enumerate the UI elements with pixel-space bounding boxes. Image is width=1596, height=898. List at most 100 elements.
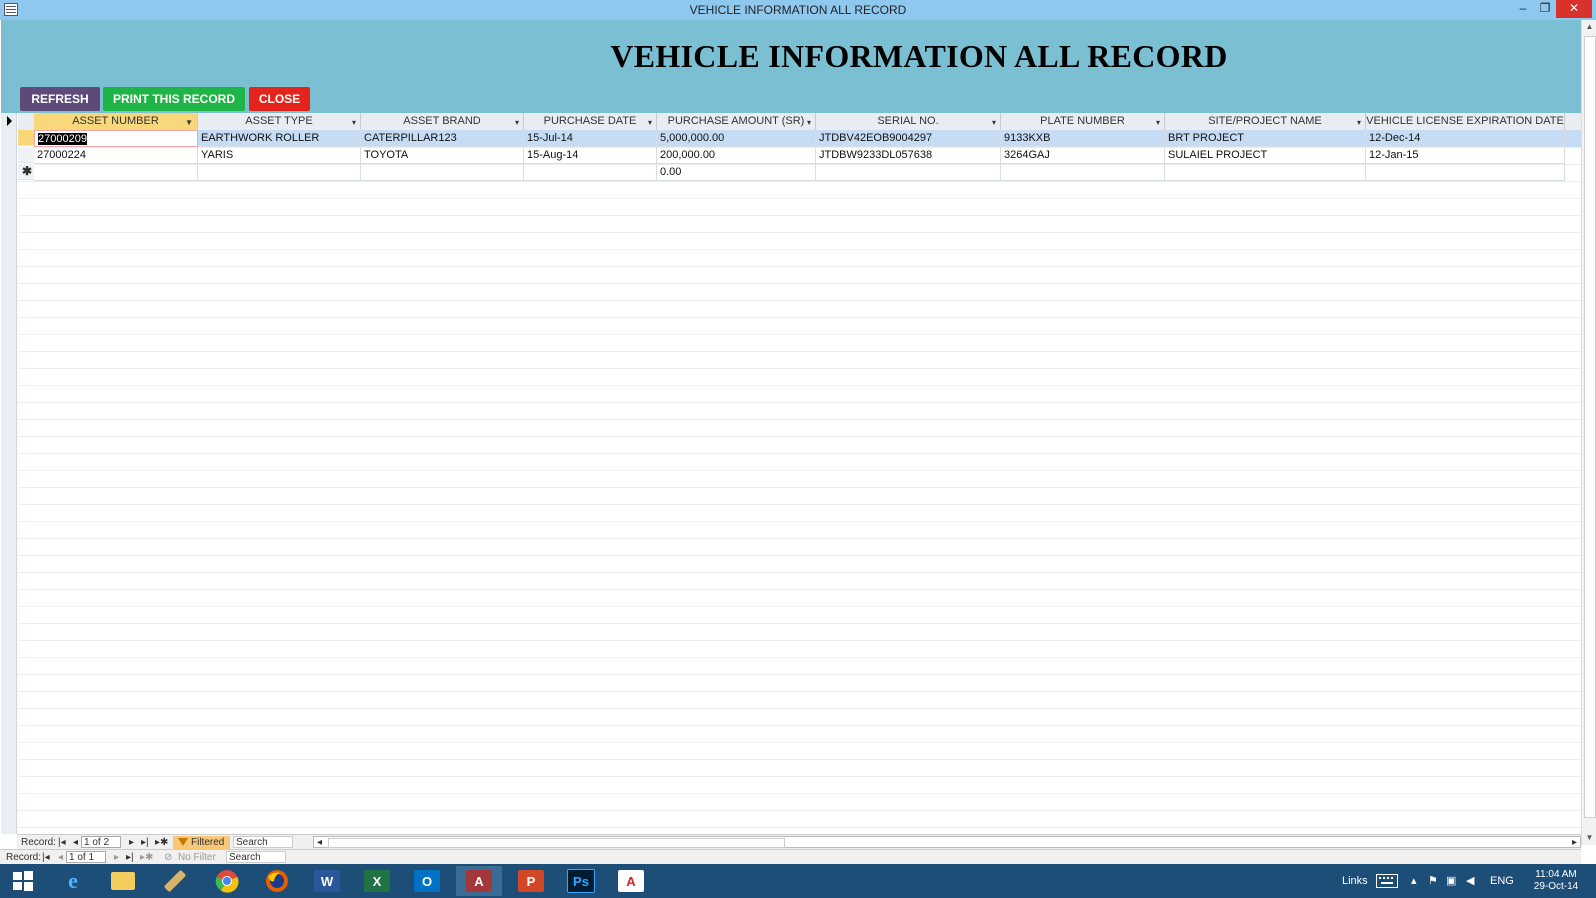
record-selector[interactable] [18,130,34,146]
cell-purchase-date[interactable] [524,164,657,181]
scroll-right-icon[interactable]: ▸ [1572,836,1577,849]
table-row[interactable]: 27000209 EARTHWORK ROLLER CATERPILLAR123… [34,130,1581,147]
show-hidden-icons-icon[interactable]: ▴ [1411,864,1417,898]
start-icon[interactable] [0,866,46,896]
cell-asset-brand[interactable]: CATERPILLAR123 [361,130,524,147]
horizontal-scrollbar-thumb[interactable] [328,838,785,848]
cell-purchase-amount[interactable]: 5,000,000.00 [657,130,816,147]
cell-serial-no[interactable]: JTDBW9233DL057638 [816,147,1001,164]
scroll-up-icon[interactable]: ▲ [1582,20,1596,34]
search-input[interactable]: Search [233,836,293,848]
cell-asset-brand[interactable] [361,164,524,181]
refresh-button[interactable]: REFRESH [20,87,100,111]
internet-explorer-icon[interactable]: e [50,866,96,896]
cell-purchase-amount[interactable]: 0.00 [657,164,816,181]
filter-toggle[interactable]: Filtered [173,836,231,849]
new-record-icon[interactable]: ▸✱ [155,836,168,849]
column-header-site-project-name[interactable]: SITE/PROJECT NAME ▾ [1165,113,1366,130]
cell-site-project-name[interactable]: SULAIEL PROJECT [1165,147,1366,164]
vertical-scrollbar[interactable]: ▲ ▼ [1581,20,1596,845]
column-header-plate-number[interactable]: PLATE NUMBER ▾ [1001,113,1165,130]
new-record-icon[interactable]: ▸✱ [140,851,153,864]
dropdown-icon[interactable]: ▾ [648,115,652,131]
cell-asset-brand[interactable]: TOYOTA [361,147,524,164]
current-record-input[interactable]: 1 of 1 [66,851,106,863]
next-record-icon[interactable]: ▸ [114,851,119,864]
word-icon[interactable]: W [304,866,350,896]
column-header-purchase-date[interactable]: PURCHASE DATE ▾ [524,113,657,130]
close-form-button[interactable]: CLOSE [249,87,310,111]
record-selector[interactable] [18,147,34,163]
column-header-purchase-amount[interactable]: PURCHASE AMOUNT (SR) ▾ [657,113,816,130]
table-row[interactable]: 27000224 YARIS TOYOTA 15-Aug-14 200,000.… [34,147,1581,164]
cell-serial-no[interactable] [816,164,1001,181]
cell-asset-number[interactable]: 27000224 [34,147,198,164]
new-record-row[interactable]: 0.00 [34,164,1581,181]
scrollbar-thumb[interactable] [1584,36,1596,818]
current-record-input[interactable]: 1 of 2 [81,836,121,848]
cell-site-project-name[interactable]: BRT PROJECT [1165,130,1366,147]
acrobat-icon[interactable]: A [608,866,654,896]
cell-asset-number[interactable]: 27000209 [34,130,198,147]
minimize-button[interactable]: – [1512,0,1534,18]
print-record-button[interactable]: PRINT THIS RECORD [103,87,245,111]
excel-icon[interactable]: X [354,866,400,896]
links-toolbar[interactable]: Links [1342,864,1368,898]
cell-plate-number[interactable]: 3264GAJ [1001,147,1165,164]
close-window-button[interactable]: ✕ [1556,0,1592,18]
scroll-left-icon[interactable]: ◂ [317,836,322,849]
column-header-license-expiration[interactable]: VEHICLE LICENSE EXPIRATION DATE [1366,113,1565,130]
cell-asset-number[interactable] [34,164,198,181]
photoshop-icon[interactable]: Ps [558,866,604,896]
last-record-icon[interactable]: ▸| [141,836,149,849]
language-indicator[interactable]: ENG [1490,864,1514,898]
firefox-icon[interactable] [254,866,300,896]
cell-license-expiration[interactable]: 12-Dec-14 [1366,130,1565,147]
dropdown-icon[interactable]: ▾ [992,115,996,131]
network-icon[interactable]: ▣ [1446,864,1456,898]
dropdown-icon[interactable]: ▾ [1156,115,1160,131]
no-filter-toggle[interactable]: No Filter [178,851,216,864]
cell-site-project-name[interactable] [1165,164,1366,181]
cell-purchase-date[interactable]: 15-Jul-14 [524,130,657,147]
previous-record-icon[interactable]: ◂ [73,836,78,849]
action-center-flag-icon[interactable]: ⚑ [1428,864,1438,898]
restore-button[interactable]: ❐ [1534,0,1556,18]
cell-license-expiration[interactable] [1366,164,1565,181]
dropdown-icon[interactable]: ▾ [807,115,811,131]
volume-icon[interactable]: ◀ [1466,864,1474,898]
system-clock[interactable]: 11:04 AM 29-Oct-14 [1520,869,1592,893]
first-record-icon[interactable]: |◂ [58,836,66,849]
scroll-down-icon[interactable]: ▼ [1582,831,1596,845]
chrome-icon[interactable] [204,866,250,896]
last-record-icon[interactable]: ▸| [126,851,134,864]
tool-icon[interactable] [152,866,198,896]
column-header-asset-type[interactable]: ASSET TYPE ▾ [198,113,361,130]
cell-asset-type[interactable]: EARTHWORK ROLLER [198,130,361,147]
cell-asset-type[interactable] [198,164,361,181]
dropdown-icon[interactable]: ▾ [515,115,519,131]
keyboard-icon[interactable] [1376,864,1400,898]
previous-record-icon[interactable]: ◂ [58,851,63,864]
horizontal-scrollbar[interactable]: ◂ ▸ [313,836,1581,848]
dropdown-icon[interactable]: ▾ [352,115,356,131]
dropdown-icon[interactable]: ▾ [1357,115,1361,131]
column-header-asset-number[interactable]: ASSET NUMBER ▼ [34,113,198,130]
column-header-asset-brand[interactable]: ASSET BRAND ▾ [361,113,524,130]
first-record-icon[interactable]: |◂ [42,851,50,864]
powerpoint-icon[interactable]: P [508,866,554,896]
outlook-icon[interactable]: O [404,866,450,896]
access-icon[interactable]: A [456,866,502,896]
search-input[interactable]: Search [226,851,286,863]
next-record-icon[interactable]: ▸ [129,836,134,849]
cell-plate-number[interactable]: 9133KXB [1001,130,1165,147]
filter-icon[interactable]: ▼ [185,115,193,131]
cell-purchase-amount[interactable]: 200,000.00 [657,147,816,164]
cell-serial-no[interactable]: JTDBV42EOB9004297 [816,130,1001,147]
cell-asset-type[interactable]: YARIS [198,147,361,164]
file-explorer-icon[interactable] [100,866,146,896]
cell-purchase-date[interactable]: 15-Aug-14 [524,147,657,164]
cell-license-expiration[interactable]: 12-Jan-15 [1366,147,1565,164]
column-header-serial-no[interactable]: SERIAL NO. ▾ [816,113,1001,130]
cell-plate-number[interactable] [1001,164,1165,181]
